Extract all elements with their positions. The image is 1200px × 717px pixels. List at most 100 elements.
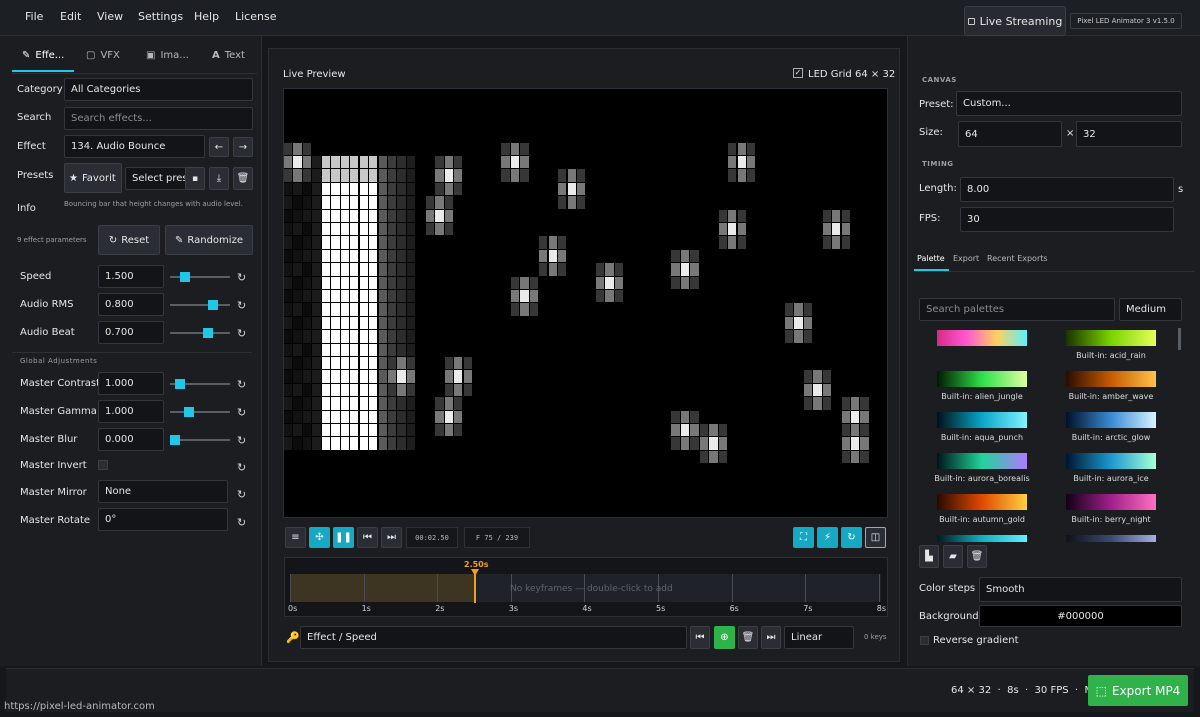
tab-text[interactable]: A Text xyxy=(212,50,245,61)
menu-settings[interactable]: Settings xyxy=(138,10,183,23)
search-input[interactable]: Search effects... xyxy=(64,107,253,130)
reset-param-icon[interactable]: ↻ xyxy=(237,378,246,391)
param-value-input[interactable]: 0.700 xyxy=(98,321,164,344)
connect-button[interactable]: ⚡ xyxy=(817,527,838,548)
reset-param-icon[interactable]: ↻ xyxy=(237,434,246,447)
reset-param-icon[interactable]: ↻ xyxy=(237,327,246,340)
invert-checkbox[interactable] xyxy=(98,460,108,470)
global-param-slider[interactable] xyxy=(170,407,230,417)
canvas-preset-select[interactable]: Custom... xyxy=(956,91,1182,116)
import-palette-button[interactable]: ▙ xyxy=(919,545,939,568)
background-color-input[interactable]: #000000 xyxy=(979,605,1182,627)
param-slider[interactable] xyxy=(170,272,230,282)
palette-scrollbar[interactable] xyxy=(1178,328,1181,350)
menu-button[interactable]: ≡ xyxy=(285,527,306,548)
reset-invert-icon[interactable]: ↻ xyxy=(237,461,246,474)
menu-file[interactable]: File xyxy=(25,10,43,23)
export-mp4-button[interactable]: ⬚ Export MP4 xyxy=(1088,675,1188,706)
menu-edit[interactable]: Edit xyxy=(60,10,81,23)
skip-start-button[interactable]: ⏮ xyxy=(357,527,378,548)
led-preview-canvas[interactable] xyxy=(283,88,888,518)
fps-input[interactable]: 30 xyxy=(960,207,1174,232)
palette-search-input[interactable]: Search palettes xyxy=(919,298,1115,321)
palette-swatch[interactable] xyxy=(937,494,1027,510)
delete-keyframe-button[interactable]: 🗑 xyxy=(738,626,758,649)
reset-param-icon[interactable]: ↻ xyxy=(237,299,246,312)
menu-view[interactable]: View xyxy=(97,10,123,23)
skip-end-button[interactable]: ⏭ xyxy=(381,527,402,548)
prev-keyframe-button[interactable]: ⏮ xyxy=(690,626,710,649)
tab-recent-exports[interactable]: Recent Exports xyxy=(987,254,1048,263)
download-preset-button[interactable]: ⤓ xyxy=(209,167,229,190)
tab-image[interactable]: ▣ Ima... xyxy=(146,50,189,61)
slider-thumb[interactable] xyxy=(207,300,218,310)
canvas-height-input[interactable]: 32 xyxy=(1076,121,1182,147)
favorite-button[interactable]: ★ Favorit xyxy=(64,163,122,193)
category-select[interactable]: All Categories xyxy=(64,78,253,101)
delete-preset-button[interactable]: 🗑 xyxy=(233,167,253,190)
pause-button[interactable]: ❚❚ xyxy=(333,527,354,548)
slider-thumb[interactable] xyxy=(184,407,194,417)
palette-size-select[interactable]: Medium xyxy=(1119,298,1182,321)
palette-swatch[interactable] xyxy=(937,453,1027,469)
menu-license[interactable]: License xyxy=(235,10,276,23)
param-slider[interactable] xyxy=(170,328,230,338)
reset-rotate-icon[interactable]: ↻ xyxy=(237,516,246,529)
global-param-slider[interactable] xyxy=(170,435,230,445)
menu-help[interactable]: Help xyxy=(194,10,219,23)
reset-param-icon[interactable]: ↻ xyxy=(237,406,246,419)
led-grid-checkbox[interactable]: ✓ xyxy=(793,68,803,78)
tab-palette[interactable]: Palette xyxy=(917,254,945,263)
reset-mirror-icon[interactable]: ↻ xyxy=(237,488,246,501)
delete-palette-button[interactable]: 🗑 xyxy=(967,545,987,568)
fit-button[interactable]: ✣ xyxy=(309,527,330,548)
fullscreen-button[interactable]: ⛶ xyxy=(793,527,814,548)
param-value-input[interactable]: 0.800 xyxy=(98,293,164,316)
global-param-value-input[interactable]: 1.000 xyxy=(98,400,164,423)
timeline[interactable]: 0s 1s 2s 3s 4s 5s 6s 7s 8s No keyframes — double… xyxy=(284,557,888,617)
palette-swatch[interactable] xyxy=(1066,412,1156,428)
palette-swatch[interactable] xyxy=(1066,453,1156,469)
playhead-marker-icon[interactable] xyxy=(471,569,479,576)
effect-select[interactable]: 134. Audio Bounce xyxy=(64,135,205,158)
open-folder-button[interactable]: ▰ xyxy=(943,545,963,568)
palette-swatch[interactable] xyxy=(1066,371,1156,387)
status-url[interactable]: https://pixel-led-animator.com xyxy=(4,701,155,712)
palette-swatch[interactable] xyxy=(1066,494,1156,510)
mirror-select[interactable]: None xyxy=(98,480,228,503)
randomize-button[interactable]: ✎ Randomize xyxy=(165,225,253,255)
reset-button[interactable]: ↻ Reset xyxy=(98,225,160,255)
palette-swatch[interactable] xyxy=(1066,535,1156,542)
palette-swatch[interactable] xyxy=(937,330,1027,346)
reverse-gradient-checkbox[interactable] xyxy=(920,636,929,645)
preset-select[interactable]: Select prese xyxy=(125,167,187,190)
slider-thumb[interactable] xyxy=(175,379,185,389)
tab-vfx[interactable]: ▢ VFX xyxy=(86,50,120,61)
palette-swatch[interactable] xyxy=(937,412,1027,428)
palette-swatch[interactable] xyxy=(937,371,1027,387)
next-effect-button[interactable]: → xyxy=(233,137,253,157)
layout-button[interactable]: ◫ xyxy=(865,527,886,548)
save-preset-button[interactable]: ▪ xyxy=(185,167,205,190)
slider-thumb[interactable] xyxy=(203,328,213,338)
param-select[interactable]: Effect / Speed xyxy=(300,626,687,649)
interpolation-select[interactable]: Linear xyxy=(784,626,854,649)
tab-effects[interactable]: ✎ Effe... xyxy=(22,50,64,61)
param-value-input[interactable]: 1.500 xyxy=(98,265,164,288)
rotate-select[interactable]: 0° xyxy=(98,508,228,531)
canvas-width-input[interactable]: 64 xyxy=(958,121,1062,147)
color-steps-select[interactable]: Smooth xyxy=(979,577,1182,602)
live-streaming-button[interactable]: Live Streaming xyxy=(964,6,1066,36)
loop-button[interactable]: ↻ xyxy=(841,527,862,548)
global-param-value-input[interactable]: 1.000 xyxy=(98,372,164,395)
length-input[interactable]: 8.00 xyxy=(960,177,1174,202)
global-param-value-input[interactable]: 0.000 xyxy=(98,428,164,451)
param-slider[interactable] xyxy=(170,300,230,310)
tab-export[interactable]: Export xyxy=(953,254,979,263)
next-keyframe-button[interactable]: ⏭ xyxy=(761,626,781,649)
reset-param-icon[interactable]: ↻ xyxy=(237,271,246,284)
prev-effect-button[interactable]: ← xyxy=(209,137,229,157)
global-param-slider[interactable] xyxy=(170,379,230,389)
slider-thumb[interactable] xyxy=(180,272,190,282)
palette-swatch[interactable] xyxy=(937,535,1027,542)
